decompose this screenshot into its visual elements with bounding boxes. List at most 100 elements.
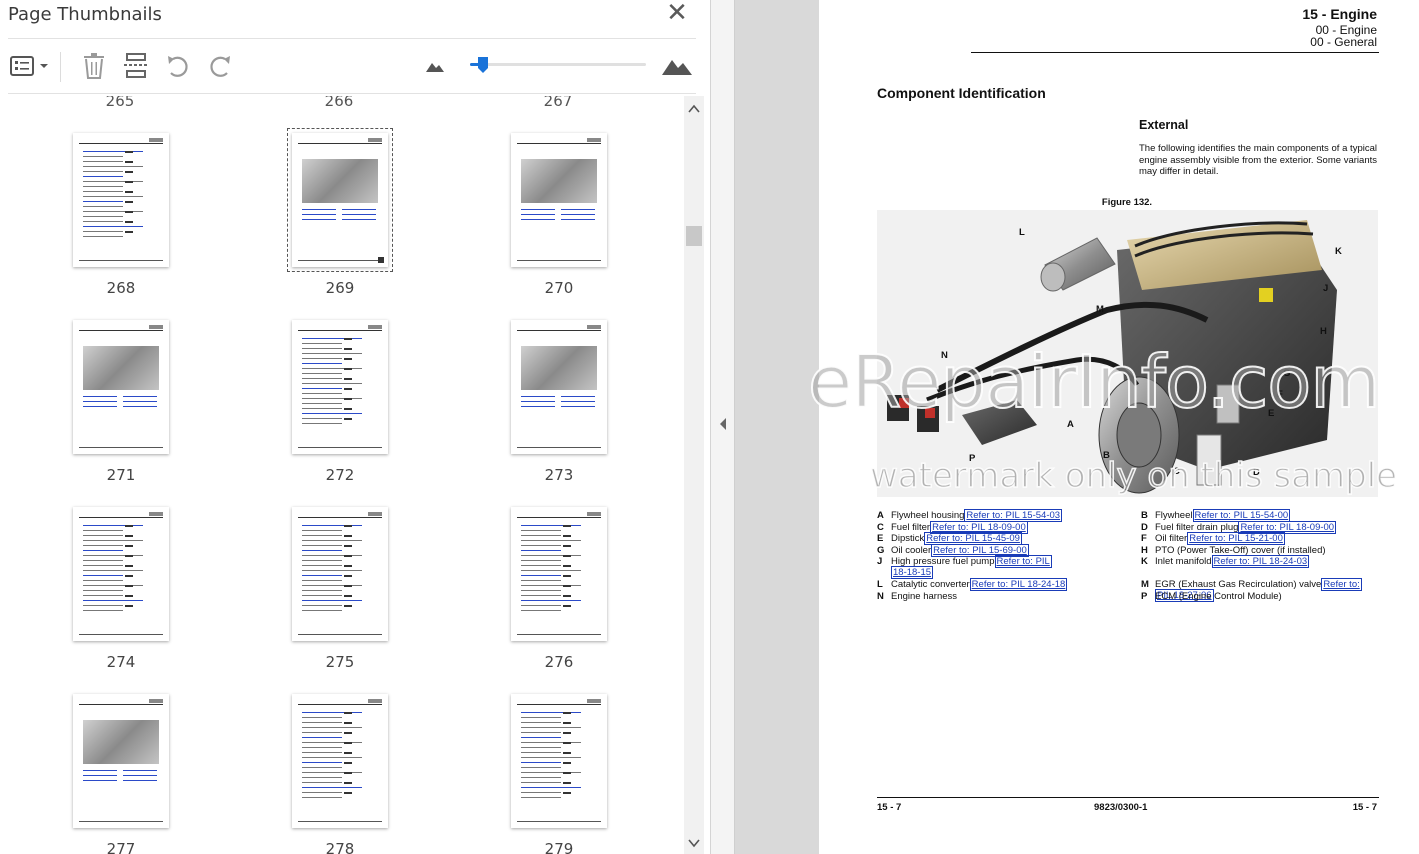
delete-pages-button[interactable] (78, 50, 110, 82)
header-rule (971, 52, 1379, 53)
legend-key: M (1141, 579, 1149, 590)
page-thumbnail[interactable]: 278 (292, 694, 402, 854)
page-thumbnail[interactable]: 269 (287, 128, 402, 303)
page-thumbnail[interactable]: 276 (511, 507, 621, 677)
thumbnail-page-number: 272 (325, 466, 355, 484)
footer-doc-number: 9823/0300-1 (1094, 802, 1148, 813)
page-thumbnail[interactable]: 274 (73, 507, 183, 677)
zoom-out-thumbnails-button[interactable] (422, 50, 448, 82)
legend-item: E Dipstick Refer to: PIL 15-45-09 (877, 532, 1022, 545)
slider-handle[interactable] (477, 56, 489, 74)
thumbnail-page-number: 268 (106, 279, 136, 297)
rotate-right-icon (207, 53, 233, 79)
thumbnail-page-preview (511, 507, 607, 641)
scrollbar-thumb[interactable] (686, 226, 702, 246)
header-divider (8, 38, 696, 39)
legend-key: F (1141, 533, 1147, 544)
thumbnail-page-number: 276 (544, 653, 574, 671)
page-thumbnail[interactable]: 273 (511, 320, 621, 490)
legend-item: H PTO (Power Take-Off) cover (if installe… (1141, 545, 1326, 556)
partial-page-number: 266 (324, 96, 354, 110)
callout-label: M (1096, 304, 1104, 315)
thumbnail-page-preview (73, 320, 169, 454)
legend-text: Catalytic converter (891, 579, 970, 590)
panel-collapse-handle[interactable] (711, 0, 735, 854)
collapse-left-arrow-icon[interactable] (718, 417, 728, 431)
legend-key: C (877, 521, 884, 533)
page-thumbnail[interactable]: 277 (73, 694, 183, 854)
legend-key: N (877, 590, 884, 602)
page-thumbnail[interactable]: 268 (73, 133, 183, 303)
legend-key: B (1141, 510, 1148, 521)
page-heading: Component Identification (877, 85, 1046, 101)
callout-label: K (1335, 246, 1342, 257)
thumbnail-page-preview (292, 694, 388, 828)
large-mountain-icon (662, 57, 692, 75)
thumbnail-page-preview (511, 133, 607, 267)
thumbnail-page-number: 279 (544, 840, 574, 854)
options-menu-button[interactable] (8, 50, 52, 82)
thumbnail-size-slider[interactable] (470, 63, 646, 66)
legend-text: Flywheel (1155, 510, 1193, 521)
page-thumbnail[interactable]: 272 (292, 320, 402, 490)
reference-link[interactable]: Refer to: PIL 15-21-00 (1187, 532, 1285, 545)
trash-icon (82, 53, 106, 79)
list-options-icon (10, 56, 34, 76)
legend-key: E (877, 533, 884, 544)
reference-link[interactable]: Refer to: (1321, 578, 1362, 591)
thumbnails-toolbar (0, 44, 711, 90)
page-thumbnail[interactable]: 271 (73, 320, 183, 490)
reference-link[interactable]: Refer to: PIL 18-24-18 (969, 578, 1068, 591)
legend-key: K (1141, 556, 1148, 567)
page-thumbnail[interactable]: 279 (511, 694, 621, 854)
page-thumbnail[interactable]: 270 (511, 133, 621, 303)
watermark-subtext: watermark only on this sample (869, 455, 1398, 497)
thumbnail-page-preview (73, 694, 169, 828)
legend-text: PTO (Power Take-Off) cover (if installed… (1155, 544, 1326, 556)
thumbnail-page-preview (292, 507, 388, 641)
panel-title: Page Thumbnails (8, 4, 162, 25)
legend-text: Oil filter (1155, 533, 1188, 544)
thumbnail-page-number: 271 (106, 466, 136, 484)
legend-item: L Catalytic converter Refer to: PIL 18-24-… (877, 578, 1068, 591)
legend-text: Inlet manifold (1155, 556, 1212, 567)
callout-label: J (1323, 283, 1329, 294)
callout-label: H (1320, 326, 1327, 337)
thumbnail-page-preview (73, 133, 169, 267)
extract-pages-button[interactable] (120, 50, 152, 82)
toolbar-divider (60, 52, 61, 82)
thumbnail-page-number: 277 (106, 840, 136, 854)
caret-down-icon (34, 62, 50, 70)
legend-text: Engine harness (891, 590, 958, 602)
legend-item: G Oil cooler Refer to: PIL 15-69-00 (877, 543, 1029, 557)
legend-item: K Inlet manifold Refer to: PIL 18-24-03 (1141, 555, 1310, 568)
legend-key: P (1141, 590, 1148, 602)
scroll-down-arrow-icon[interactable] (687, 836, 701, 850)
section-subtitle-2: 00 - General (1310, 35, 1377, 49)
thumbnail-grid: 265 266 267 268 269 270 271 272 273 274 275 276 2… (0, 96, 684, 854)
legend-key: J (877, 556, 883, 567)
legend-item: C Fuel filter Refer to: PIL 18-09-00 (877, 520, 1028, 534)
legend-item: B Flywheel Refer to: PIL 15-54-00 (1141, 509, 1291, 522)
legend-item: D Fuel filter drain plug Refer to: PIL 18-… (1141, 520, 1337, 534)
thumbnail-scrollbar[interactable] (684, 96, 704, 854)
reference-link[interactable]: 18-18-15 (891, 566, 934, 579)
close-panel-button[interactable]: ✕ (664, 0, 690, 26)
page-thumbnails-panel: Page Thumbnails ✕ 265 266 267 268 269 27… (0, 0, 711, 854)
rotate-counterclockwise-button[interactable] (162, 50, 194, 82)
pdf-viewer: Page Thumbnails ✕ 265 266 267 268 269 27… (0, 0, 1419, 854)
reference-link[interactable]: Refer to: PIL 18-24-03 (1211, 555, 1310, 568)
footer-page-right: 15 - 7 (1352, 802, 1377, 813)
legend-text: Fuel filter drain plug (1155, 521, 1239, 533)
page-thumbnail[interactable]: 275 (292, 507, 402, 677)
legend-text: Flywheel housing (891, 510, 965, 521)
thumbnail-page-number: 274 (106, 653, 136, 671)
figure-caption: Figure 132. (1101, 197, 1153, 208)
reference-link[interactable]: Refer to: PIL (994, 555, 1052, 568)
zoom-in-thumbnails-button[interactable] (660, 50, 694, 82)
rotate-clockwise-button[interactable] (204, 50, 236, 82)
legend-item: P ECM (Engine Control Module) (1141, 591, 1282, 602)
thumbnail-page-number: 269 (325, 279, 355, 297)
subheading: External (1139, 118, 1189, 132)
scroll-up-arrow-icon[interactable] (687, 102, 701, 116)
